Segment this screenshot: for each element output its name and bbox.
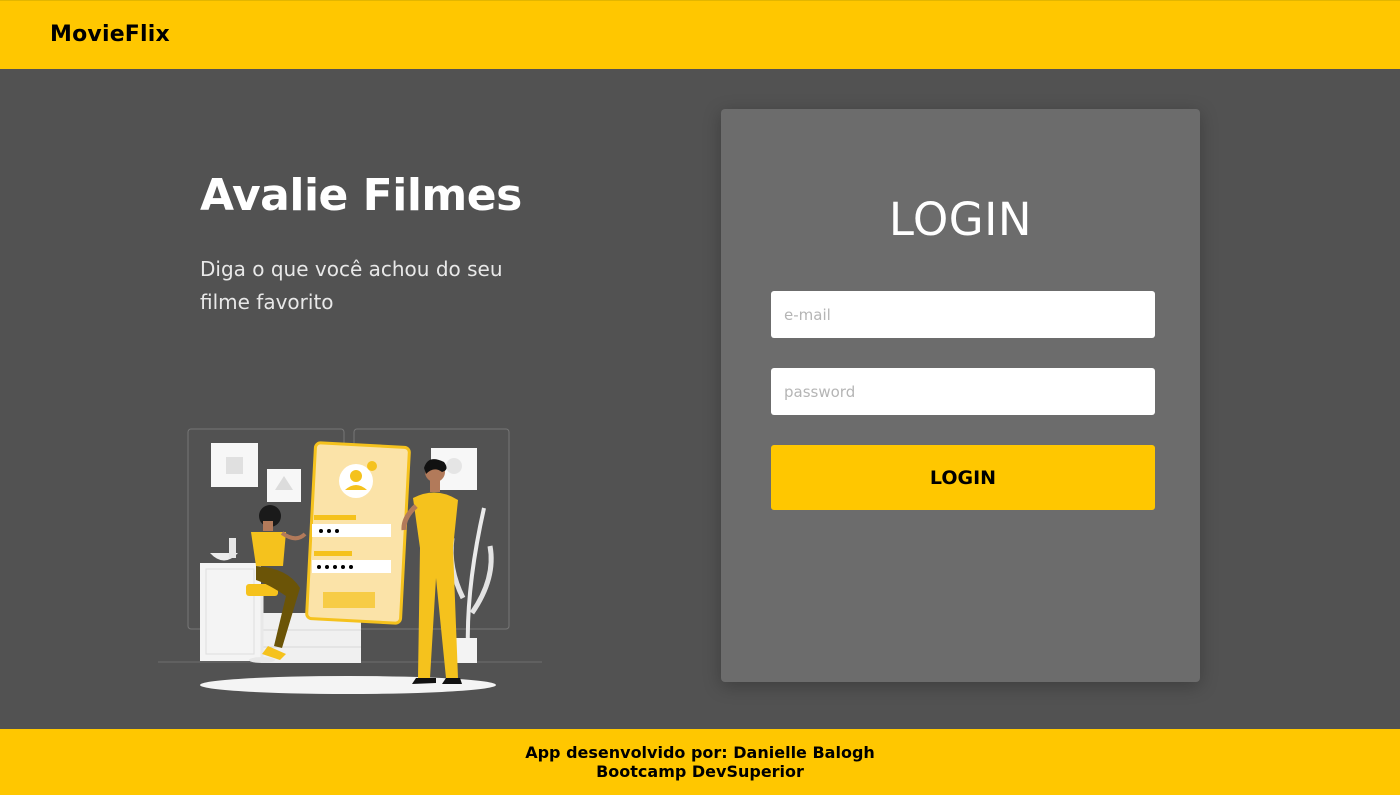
login-illustration	[158, 428, 542, 694]
footer-credit: App desenvolvido por: Danielle Balogh	[525, 743, 875, 762]
hero-subtitle: Diga o que você achou do seu filme favor…	[200, 257, 503, 314]
footer: App desenvolvido por: Danielle Balogh Bo…	[0, 729, 1400, 795]
hero-title: Avalie Filmes	[200, 170, 522, 221]
navbar: MovieFlix	[0, 0, 1400, 69]
brand-logo-link[interactable]: MovieFlix	[50, 22, 170, 47]
email-input[interactable]	[771, 291, 1155, 338]
footer-bootcamp: Bootcamp DevSuperior	[596, 762, 804, 781]
login-card: LOGIN LOGIN	[721, 109, 1200, 682]
password-input[interactable]	[771, 368, 1155, 415]
login-button[interactable]: LOGIN	[771, 445, 1155, 510]
login-title: LOGIN	[888, 193, 1033, 246]
main-content: Avalie Filmes Diga o que você achou do s…	[0, 69, 1400, 729]
